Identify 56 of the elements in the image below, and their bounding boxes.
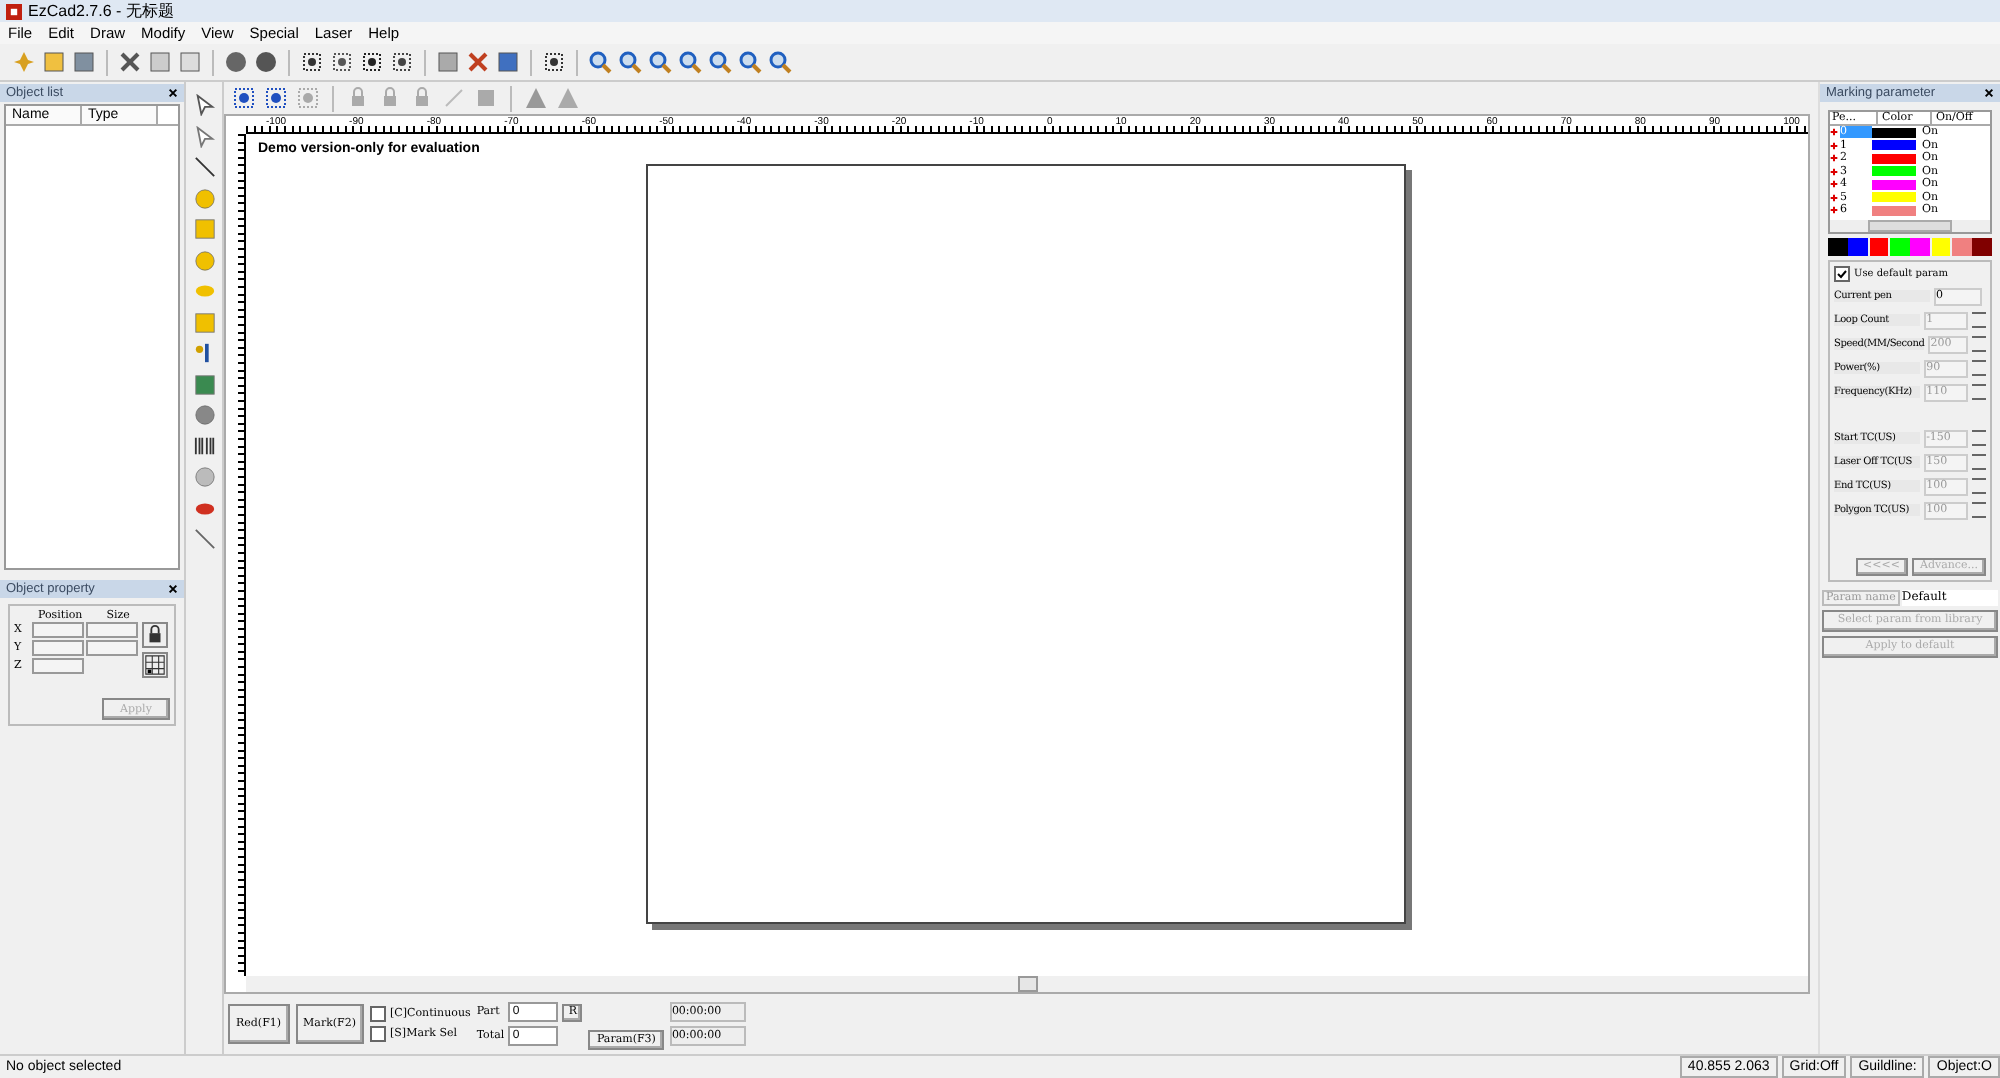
zoom-icon[interactable]	[768, 50, 792, 74]
zoom-icon[interactable]	[738, 50, 762, 74]
close-icon[interactable]	[168, 584, 178, 594]
palette-swatch[interactable]	[1848, 237, 1869, 255]
pen-marker-icon	[1830, 193, 1838, 202]
grid-icon[interactable]	[142, 652, 168, 678]
position-field[interactable]	[32, 658, 84, 674]
palette-swatch[interactable]	[1889, 237, 1910, 255]
select-dots-icon[interactable]	[300, 50, 324, 74]
pen-color-swatch[interactable]	[1872, 179, 1916, 190]
pen-marker-icon	[1830, 167, 1838, 176]
select-dots-icon[interactable]	[330, 50, 354, 74]
use-default-checkbox[interactable]	[1834, 265, 1850, 281]
zoom-icon[interactable]	[588, 50, 612, 74]
close-icon[interactable]	[168, 88, 178, 98]
mark-selected-checkbox[interactable]	[370, 1026, 387, 1042]
position-field[interactable]	[32, 622, 84, 638]
pen-color-swatch[interactable]	[1872, 127, 1916, 138]
select-dots-icon[interactable]	[296, 86, 320, 110]
lock-icon[interactable]	[142, 622, 168, 648]
palette-swatch[interactable]	[1931, 237, 1951, 255]
cut-icon[interactable]	[118, 50, 142, 74]
zoom-icon[interactable]	[648, 50, 672, 74]
palette-swatch[interactable]	[1869, 237, 1889, 255]
circle-icon[interactable]	[193, 249, 215, 271]
pen-marker-icon	[1830, 206, 1838, 215]
ungroup-icon[interactable]	[264, 86, 288, 110]
palette-swatch[interactable]	[1828, 237, 1848, 255]
line-icon[interactable]	[193, 156, 215, 178]
pen-marker-icon	[1830, 180, 1838, 189]
pen-color-swatch[interactable]	[1872, 166, 1916, 177]
palette-swatch[interactable]	[1972, 237, 1992, 255]
select-dots-icon[interactable]	[390, 50, 414, 74]
pen-color-swatch[interactable]	[1872, 153, 1916, 164]
pen-color-swatch[interactable]	[1872, 205, 1916, 216]
pointer-icon[interactable]	[193, 94, 215, 116]
size-field[interactable]	[86, 640, 138, 656]
select-dots-icon[interactable]	[360, 50, 384, 74]
barcode-icon[interactable]	[193, 435, 215, 457]
pen-marker-icon	[1830, 154, 1838, 163]
zoom-in-icon[interactable]	[618, 50, 642, 74]
palette-swatch[interactable]	[1910, 237, 1931, 255]
zoom-icon[interactable]	[708, 50, 732, 74]
pen-marker-icon	[1830, 128, 1838, 137]
zoom-out-icon[interactable]	[678, 50, 702, 74]
pen-color-swatch[interactable]	[1872, 140, 1916, 151]
pen-marker-icon	[1830, 141, 1838, 150]
position-field[interactable]	[32, 640, 84, 656]
node-edit-icon[interactable]	[193, 125, 215, 147]
close-icon[interactable]	[1984, 88, 1994, 98]
continuous-checkbox[interactable]	[370, 1006, 387, 1022]
size-field[interactable]	[86, 622, 138, 638]
pen-color-swatch[interactable]	[1872, 192, 1916, 203]
window-title: EzCad2.7.6 - 无标题	[28, 0, 174, 22]
group-icon[interactable]	[232, 86, 256, 110]
palette-swatch[interactable]	[1951, 237, 1972, 255]
